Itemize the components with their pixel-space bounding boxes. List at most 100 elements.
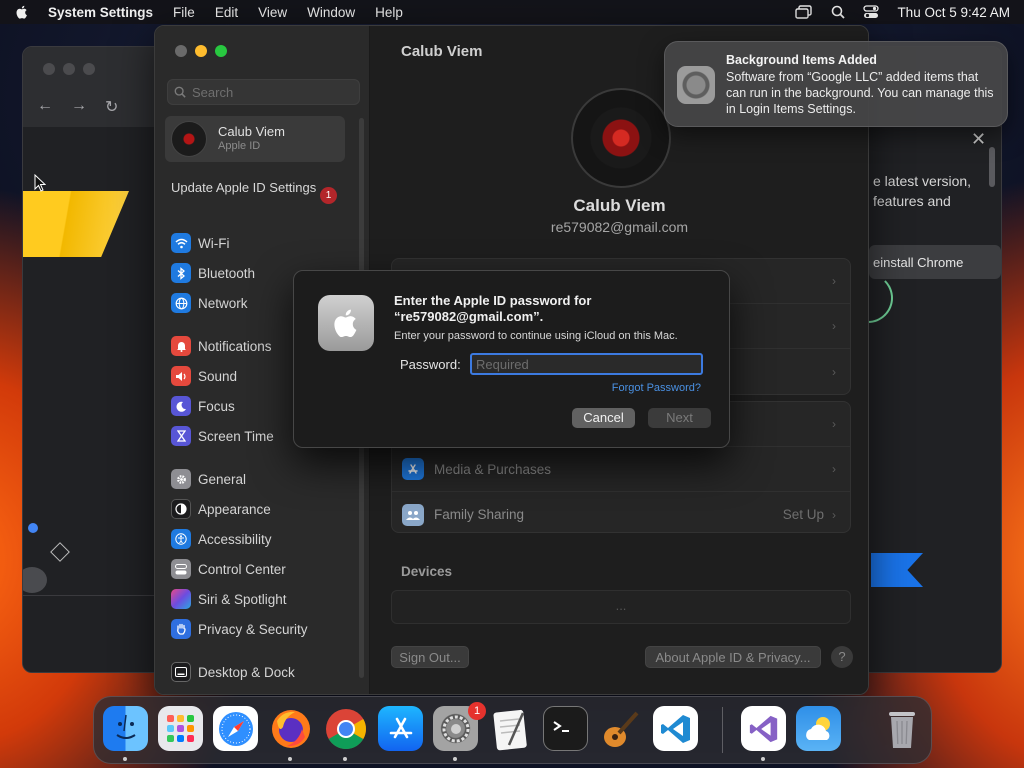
- apple-menu-icon[interactable]: [14, 4, 30, 20]
- chrome-traffic-lights: [43, 63, 95, 75]
- dock-trash[interactable]: [879, 706, 924, 751]
- sidebar-item-wifi[interactable]: Wi-Fi: [171, 231, 229, 255]
- app-store-icon: [389, 717, 412, 738]
- sidebar-item-label: Control Center: [198, 561, 286, 577]
- close-icon[interactable]: ✕: [971, 129, 986, 150]
- update-apple-id-settings[interactable]: Update Apple ID Settings: [171, 180, 341, 196]
- chrome-minimize-light[interactable]: [63, 63, 75, 75]
- dock-safari[interactable]: [213, 706, 258, 751]
- speaker-icon: [171, 366, 191, 386]
- wifi-icon: [171, 233, 191, 253]
- sidebar-item-label: Network: [198, 295, 248, 311]
- sign-out-button[interactable]: Sign Out...: [391, 646, 469, 668]
- help-button[interactable]: ?: [831, 646, 853, 668]
- sidebar-item-siri-spotlight[interactable]: Siri & Spotlight: [171, 587, 287, 611]
- sidebar-item-bluetooth[interactable]: Bluetooth: [171, 261, 255, 285]
- sidebar-item-privacy-security[interactable]: Privacy & Security: [171, 617, 308, 641]
- reinstall-chrome-button[interactable]: einstall Chrome: [869, 245, 1001, 279]
- sidebar-search[interactable]: [167, 79, 360, 105]
- dock: 1: [93, 696, 932, 764]
- chevron-right-icon: ›: [832, 274, 836, 288]
- update-badge: 1: [320, 187, 337, 204]
- forgot-password-link[interactable]: Forgot Password?: [612, 382, 701, 394]
- password-label: Password:: [400, 357, 461, 372]
- apple-id-password-dialog: Enter the Apple ID password for “re57908…: [293, 270, 730, 448]
- menu-file[interactable]: File: [173, 5, 195, 20]
- profile-avatar[interactable]: [571, 88, 671, 188]
- sidebar-item-label: Screen Time: [198, 428, 274, 444]
- menu-clock[interactable]: Thu Oct 5 9:42 AM: [897, 5, 1010, 20]
- sidebar-item-network[interactable]: Network: [171, 291, 248, 315]
- menu-edit[interactable]: Edit: [215, 5, 238, 20]
- spotlight-search-icon[interactable]: [831, 5, 846, 19]
- running-indicator: [123, 757, 127, 761]
- dock-weather[interactable]: [796, 706, 841, 751]
- account-name: Calub Viem: [218, 124, 285, 139]
- reload-icon[interactable]: ↻: [105, 97, 118, 117]
- dock-launchpad[interactable]: [158, 706, 203, 751]
- chrome-zoom-light[interactable]: [83, 63, 95, 75]
- forward-arrow-icon[interactable]: →: [71, 97, 87, 117]
- apple-logo-icon: [318, 295, 374, 351]
- dialog-subtitle: Enter your password to continue using iC…: [394, 330, 678, 342]
- app-menu-system-settings[interactable]: System Settings: [48, 5, 153, 20]
- siri-icon: [171, 589, 191, 609]
- row-label: Family Sharing: [434, 507, 525, 522]
- firefox-icon: [271, 709, 310, 748]
- notification-title: Background Items Added: [726, 53, 877, 67]
- weather-icon: [805, 716, 830, 740]
- menu-help[interactable]: Help: [375, 5, 403, 20]
- dock-terminal[interactable]: [543, 706, 588, 751]
- chevron-right-icon: ›: [832, 507, 836, 522]
- sidebar-item-accessibility[interactable]: Accessibility: [171, 527, 272, 551]
- gear-icon: [677, 66, 715, 104]
- sidebar-item-focus[interactable]: Focus: [171, 394, 235, 418]
- dock-garageband[interactable]: [598, 706, 643, 751]
- dock-vscode[interactable]: [653, 706, 698, 751]
- row-media-purchases[interactable]: Media & Purchases ›: [392, 447, 850, 492]
- sidebar-item-screen-time[interactable]: Screen Time: [171, 424, 274, 448]
- sidebar-item-desktop-dock[interactable]: Desktop & Dock: [171, 660, 295, 684]
- dock-app-store[interactable]: [378, 706, 423, 751]
- dock-textedit[interactable]: [488, 706, 533, 751]
- menu-window[interactable]: Window: [307, 5, 355, 20]
- dock-google-chrome[interactable]: [323, 706, 368, 751]
- sidebar-item-general[interactable]: General: [171, 467, 246, 491]
- minimize-button[interactable]: [195, 45, 207, 57]
- row-family-sharing[interactable]: Family Sharing Set Up ›: [392, 492, 850, 537]
- sidebar-item-sound[interactable]: Sound: [171, 364, 237, 388]
- row-label: Media & Purchases: [434, 461, 552, 477]
- search-input[interactable]: [192, 84, 352, 100]
- password-field[interactable]: [470, 353, 703, 375]
- sidebar-apple-id-account[interactable]: Calub Viem Apple ID: [165, 116, 345, 162]
- launchpad-icon: [166, 714, 194, 742]
- sidebar-item-control-center[interactable]: Control Center: [171, 557, 286, 581]
- dock-finder[interactable]: [103, 706, 148, 751]
- settings-gear-icon: [442, 715, 469, 742]
- safari-icon: [218, 711, 253, 746]
- next-button[interactable]: Next: [648, 408, 711, 428]
- running-indicator: [453, 757, 457, 761]
- sidebar-item-appearance[interactable]: Appearance: [171, 497, 271, 521]
- sidebar-item-label: Privacy & Security: [198, 621, 308, 637]
- mouse-cursor-icon: [34, 174, 46, 192]
- menu-view[interactable]: View: [258, 5, 287, 20]
- close-button[interactable]: [175, 45, 187, 57]
- chrome-close-light[interactable]: [43, 63, 55, 75]
- chrome-scrollbar[interactable]: [989, 147, 995, 187]
- control-center-icon[interactable]: [863, 5, 880, 19]
- zoom-button[interactable]: [215, 45, 227, 57]
- menu-bar: System Settings File Edit View Window He…: [0, 0, 1024, 24]
- cancel-button[interactable]: Cancel: [572, 408, 635, 428]
- background-items-notification[interactable]: Background Items Added Software from “Go…: [664, 41, 1008, 127]
- screen-mirroring-icon[interactable]: [795, 5, 813, 19]
- hourglass-icon: [171, 426, 191, 446]
- back-arrow-icon[interactable]: ←: [37, 97, 53, 117]
- chrome-nav-buttons: ← → ↻: [37, 97, 118, 117]
- chevron-right-icon: ›: [832, 417, 836, 431]
- dock-visual-studio[interactable]: [741, 706, 786, 751]
- dock-firefox[interactable]: [268, 706, 313, 751]
- chrome-divider: [23, 595, 155, 596]
- about-apple-id-privacy-button[interactable]: About Apple ID & Privacy...: [645, 646, 821, 668]
- sidebar-item-notifications[interactable]: Notifications: [171, 334, 272, 358]
